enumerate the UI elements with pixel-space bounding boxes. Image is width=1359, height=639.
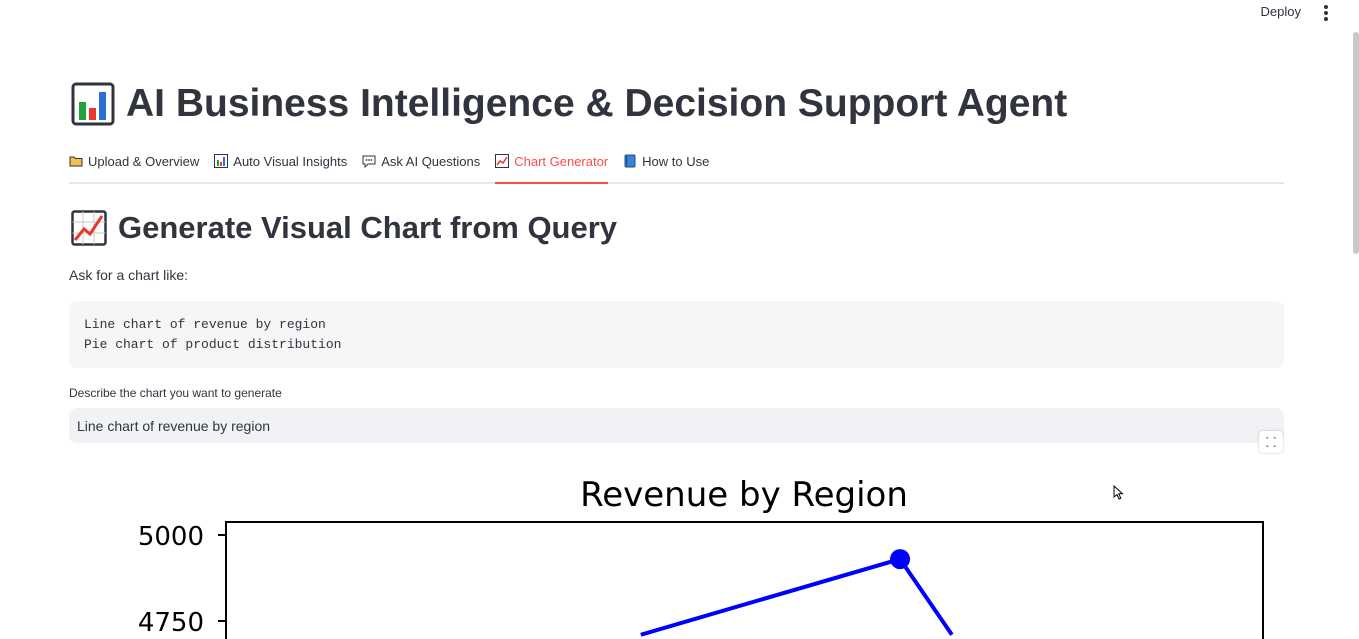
tab-label: Ask AI Questions — [381, 154, 481, 169]
page-title: AI Business Intelligence & Decision Supp… — [71, 82, 1067, 126]
tab-how-to-use[interactable]: How to Use — [623, 150, 709, 182]
tab-chart-generator[interactable]: Chart Generator — [495, 150, 609, 184]
tab-label: Upload & Overview — [88, 154, 200, 169]
revenue-chart: Revenue by Region 5000 4750 — [138, 475, 1264, 639]
data-line — [640, 549, 954, 637]
chart-query-input[interactable] — [69, 408, 1284, 443]
page-scrollbar[interactable] — [1353, 32, 1359, 254]
tab-label: How to Use — [642, 154, 710, 169]
tab-label: Chart Generator — [514, 154, 609, 169]
y-axis-ticks: 5000 4750 — [138, 522, 226, 638]
line-chart-icon — [495, 154, 510, 168]
data-point-marker — [890, 549, 911, 570]
y-tick-label: 5000 — [138, 522, 204, 552]
fullscreen-button[interactable] — [1259, 431, 1283, 453]
section-title: Generate Visual Chart from Query — [71, 210, 617, 246]
ask-hint-text: Ask for a chart like: — [69, 267, 189, 283]
expand-icon — [1266, 437, 1276, 447]
tab-bar: Upload & Overview Auto Visual Insights A… — [69, 150, 1284, 184]
page-title-text: AI Business Intelligence & Decision Supp… — [126, 82, 1068, 125]
example-line: Pie chart of product distribution — [84, 337, 342, 352]
mouse-cursor-icon — [1113, 485, 1124, 500]
chart-title: Revenue by Region — [580, 475, 908, 515]
tab-ask-ai-questions[interactable]: Ask AI Questions — [362, 150, 480, 182]
book-icon — [623, 154, 637, 168]
section-title-text: Generate Visual Chart from Query — [118, 210, 618, 245]
example-line: Line chart of revenue by region — [84, 317, 326, 332]
series-line — [640, 556, 954, 637]
speech-bubble-icon — [362, 154, 376, 169]
folder-icon — [69, 154, 83, 168]
example-code-block: Line chart of revenue by region Pie char… — [69, 301, 1284, 368]
tab-label: Auto Visual Insights — [233, 154, 348, 169]
main-content: AI Business Intelligence & Decision Supp… — [69, 0, 1284, 639]
main-menu-icon[interactable] — [1319, 4, 1333, 22]
tab-upload-overview[interactable]: Upload & Overview — [69, 150, 199, 182]
line-chart-emoji-icon — [71, 210, 107, 246]
tab-auto-visual-insights[interactable]: Auto Visual Insights — [214, 150, 347, 182]
y-tick-label: 4750 — [138, 608, 204, 638]
chart-plot-frame — [225, 521, 1264, 639]
bar-chart-icon — [214, 154, 229, 168]
bar-chart-emoji-icon — [71, 82, 115, 126]
query-field-label: Describe the chart you want to generate — [69, 386, 282, 400]
